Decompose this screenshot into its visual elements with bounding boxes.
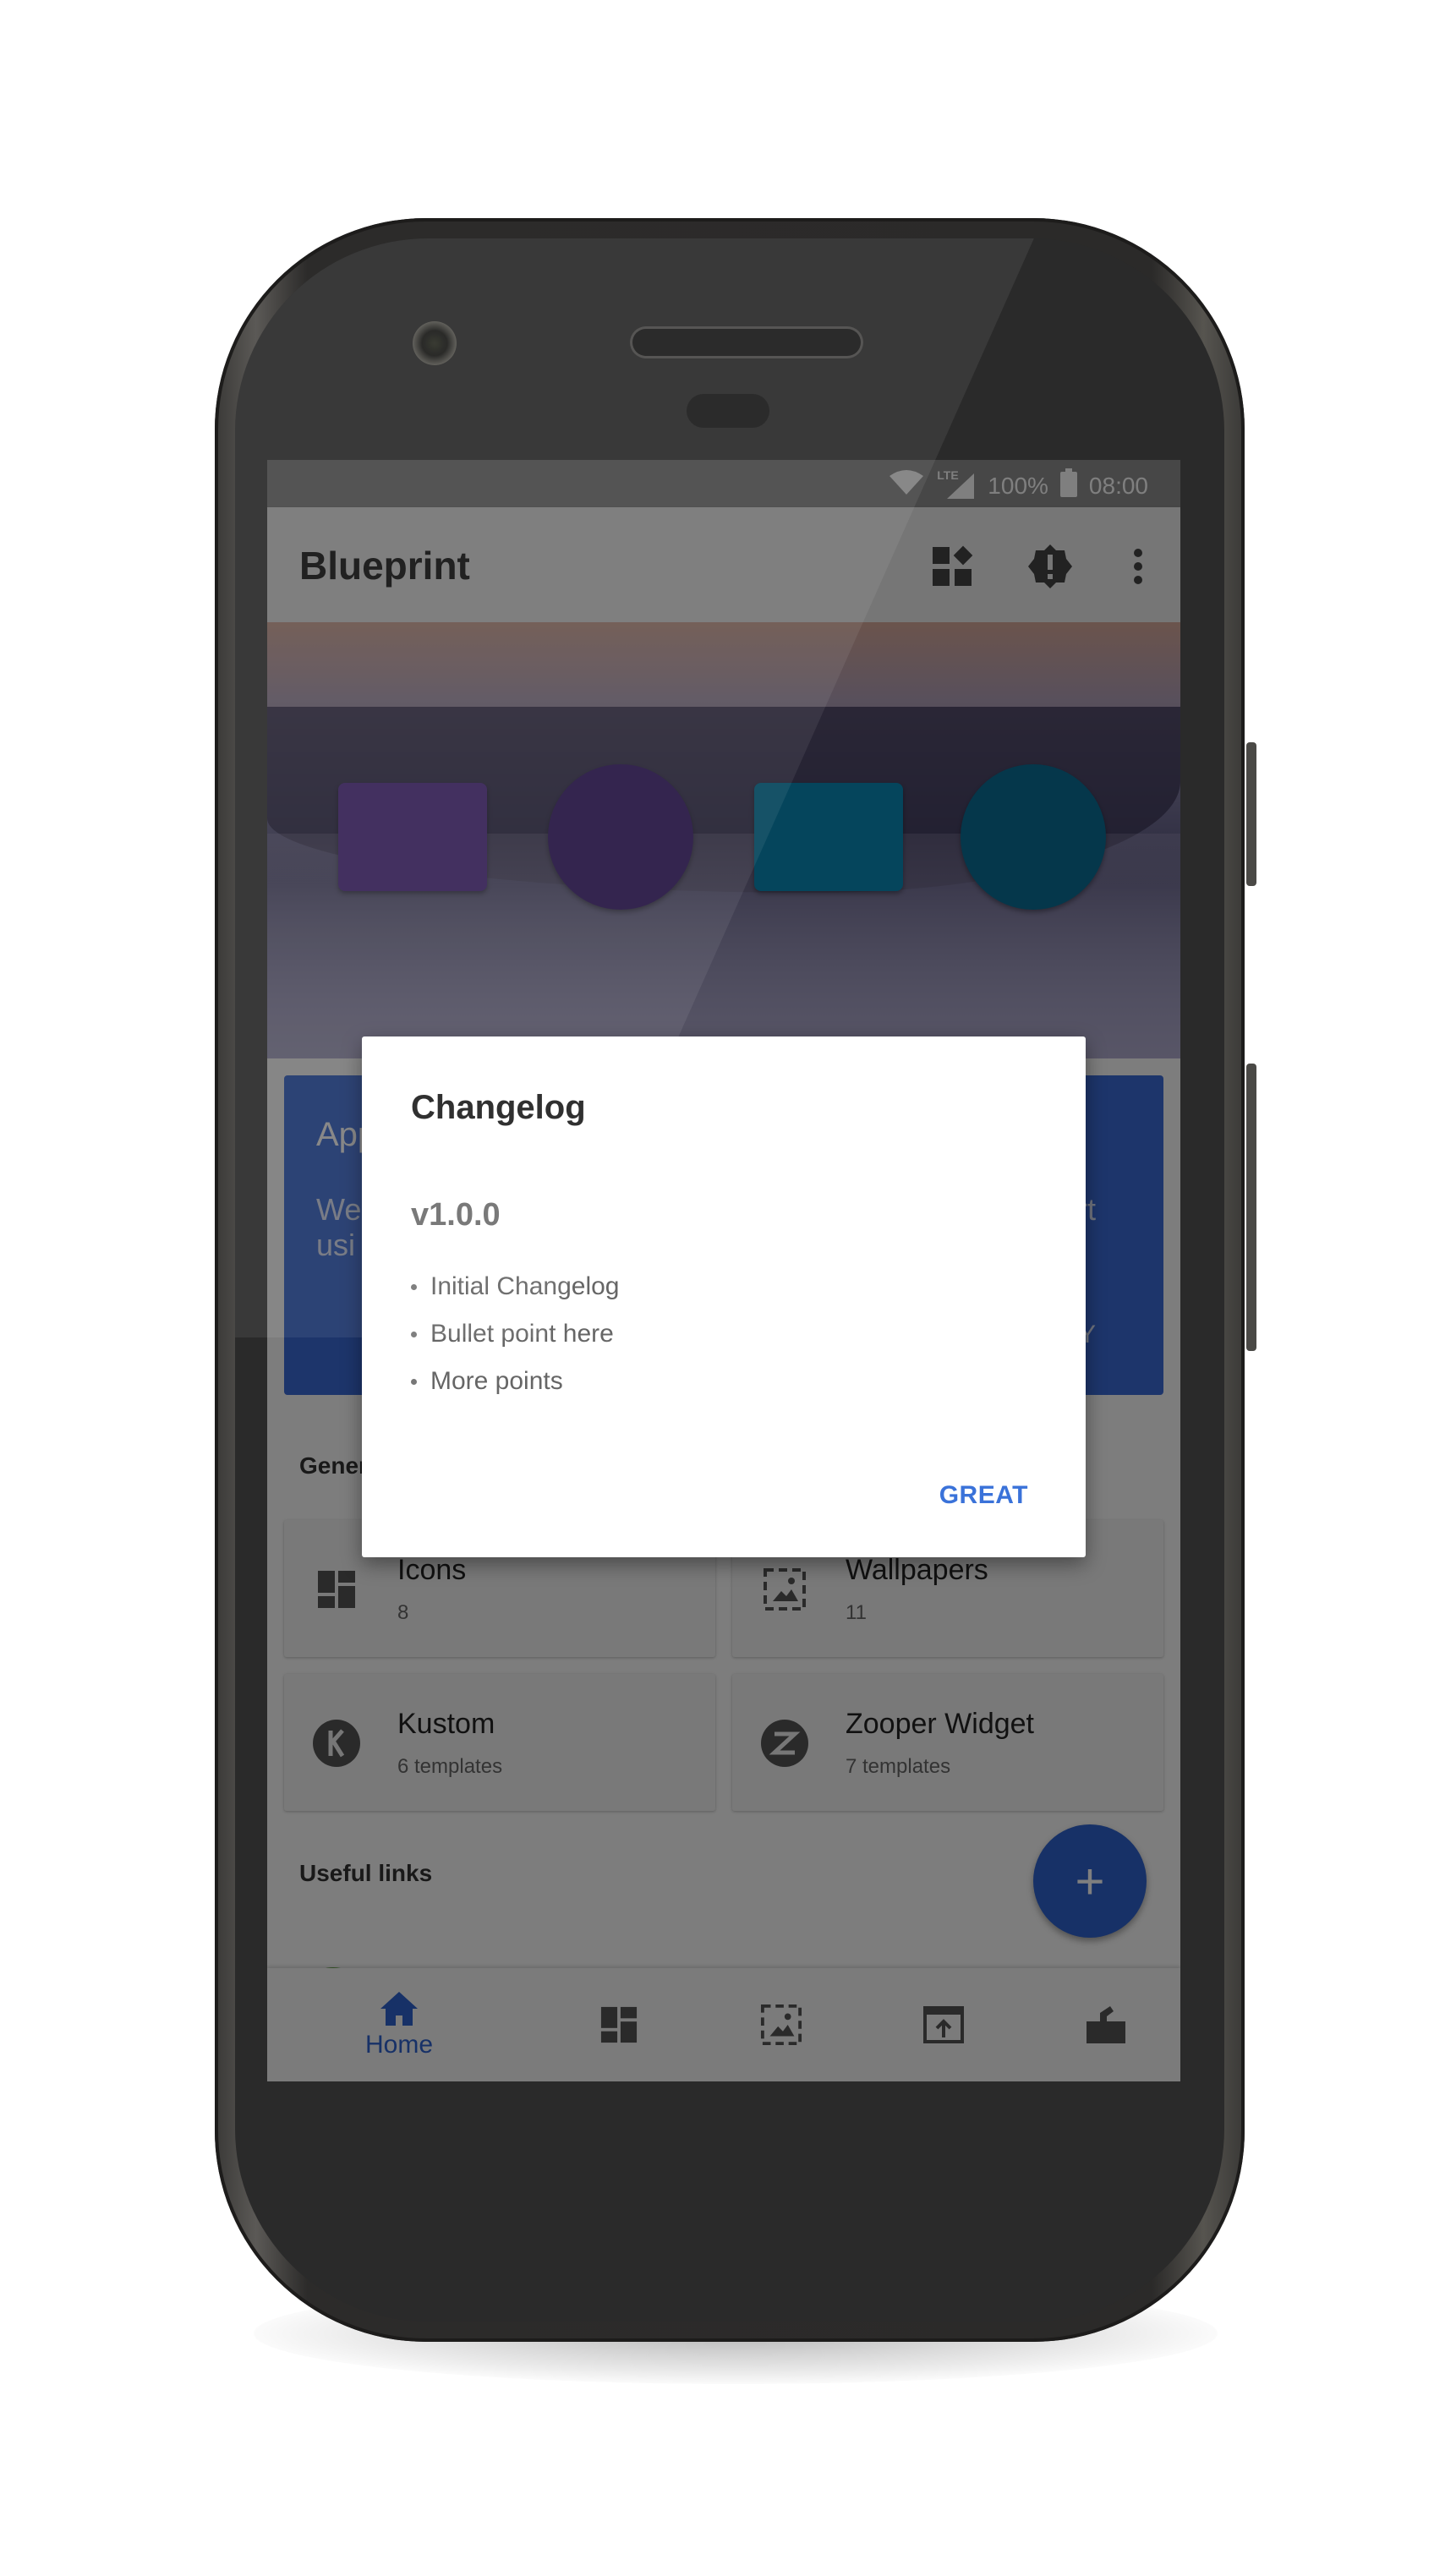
bullet-icon (411, 1283, 417, 1290)
changelog-list: Initial Changelog Bullet point here More… (411, 1263, 620, 1405)
bullet-icon (411, 1378, 417, 1385)
power-button (1246, 1064, 1256, 1351)
changelog-item-text: Initial Changelog (430, 1272, 620, 1300)
volume-button (1246, 742, 1256, 886)
changelog-version: v1.0.0 (411, 1197, 501, 1233)
changelog-item: Initial Changelog (411, 1263, 620, 1310)
earpiece-speaker (632, 329, 861, 356)
great-button[interactable]: GREAT (939, 1481, 1028, 1510)
dialog-title: Changelog (411, 1089, 586, 1126)
app-screen: LTE 100% 08:00 Blueprint (267, 460, 1180, 2081)
front-camera (413, 321, 457, 365)
changelog-item: Bullet point here (411, 1310, 620, 1358)
bullet-icon (411, 1331, 417, 1337)
changelog-item-text: Bullet point here (430, 1320, 614, 1348)
changelog-dialog: Changelog v1.0.0 Initial Changelog Bulle… (362, 1036, 1086, 1557)
proximity-sensor (687, 394, 769, 428)
changelog-item: More points (411, 1358, 620, 1405)
changelog-item-text: More points (430, 1367, 563, 1395)
